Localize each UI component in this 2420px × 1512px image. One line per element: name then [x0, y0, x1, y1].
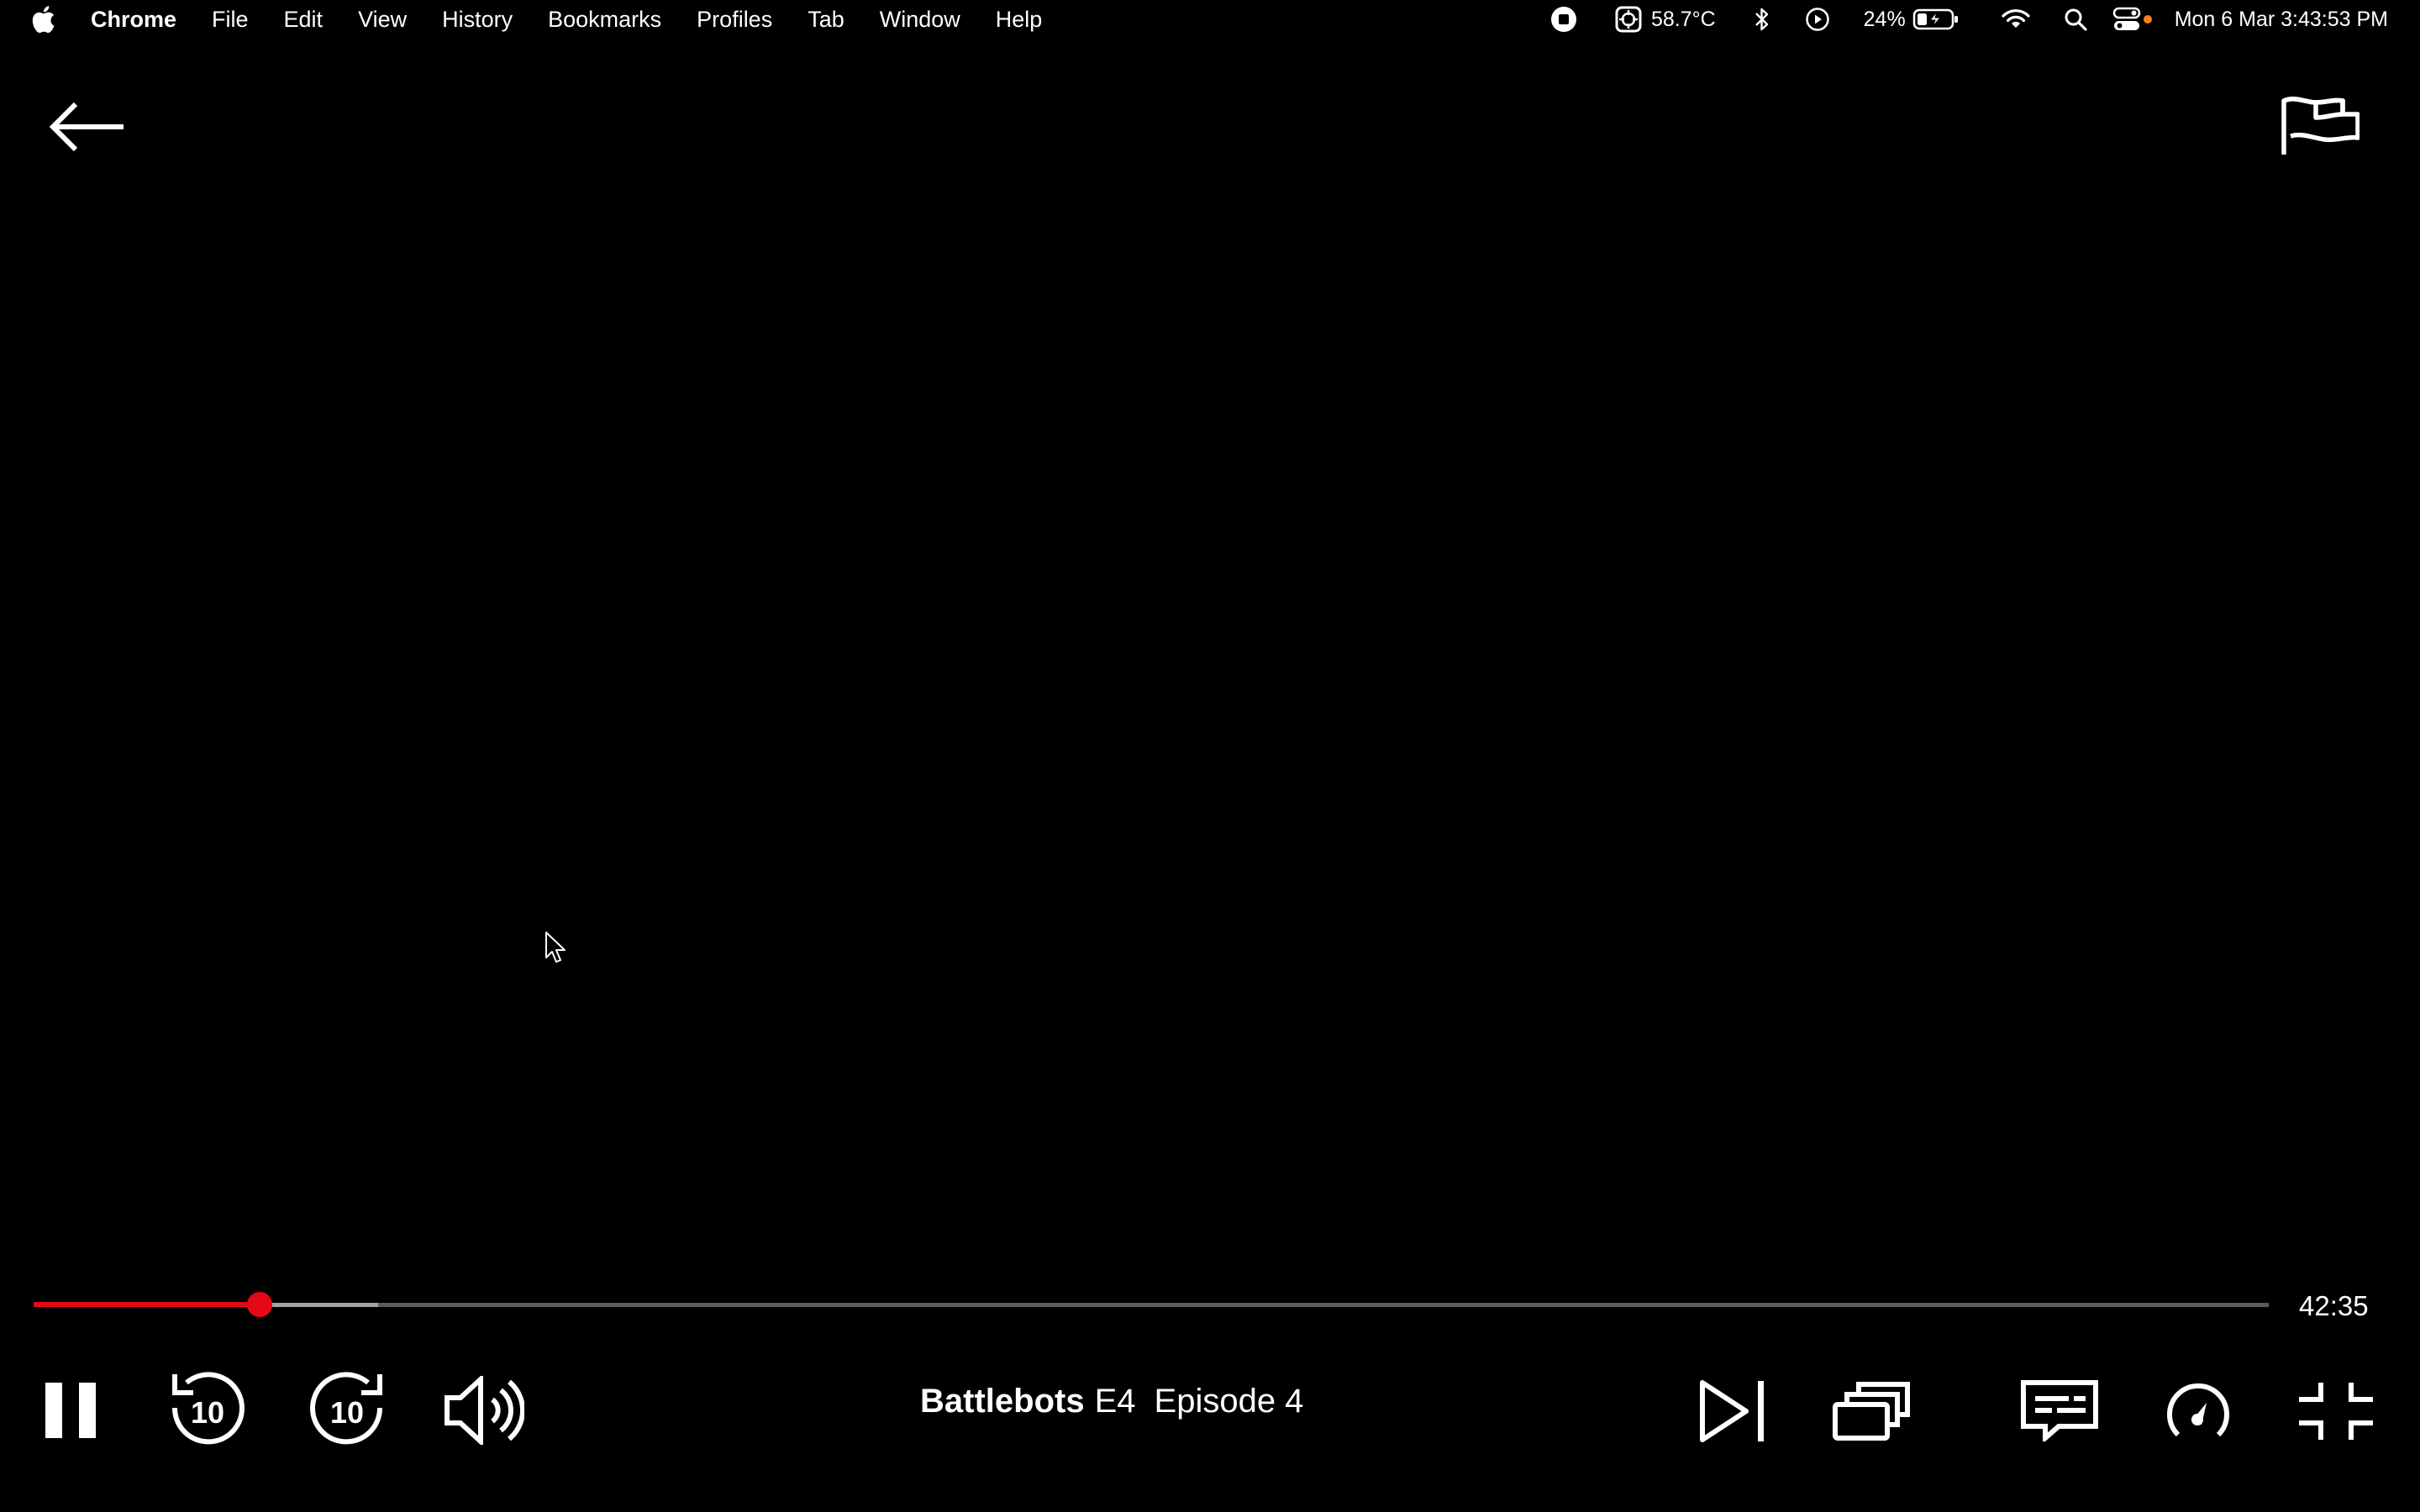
apple-logo-icon[interactable]: [30, 5, 57, 34]
next-episode-icon: [1700, 1380, 1764, 1442]
menu-tab[interactable]: Tab: [808, 7, 844, 33]
episode-title: Battlebots E4 Episode 4: [920, 1383, 1303, 1420]
playback-speed-icon: [2167, 1383, 2229, 1437]
menu-window[interactable]: Window: [880, 7, 960, 33]
menu-file[interactable]: File: [212, 7, 249, 33]
progress-played: [34, 1302, 260, 1307]
scrubber-knob[interactable]: [246, 1292, 272, 1317]
exit-fullscreen-icon: [2299, 1383, 2373, 1440]
episode-code: E4: [1094, 1383, 1136, 1420]
menu-bar-status-area: 58.7°C 24% Mon 6 Mar 3:43:53 PM: [1550, 0, 2388, 39]
battery-percent: 24%: [1863, 7, 1906, 31]
volume-icon: [445, 1376, 524, 1445]
menu-bar: Chrome File Edit View History Bookmarks …: [0, 0, 2420, 39]
menu-edit[interactable]: Edit: [284, 7, 324, 33]
episodes-icon: [1833, 1382, 1910, 1441]
menu-view[interactable]: View: [358, 7, 407, 33]
wifi-icon[interactable]: [2002, 8, 2030, 30]
spotlight-search-icon[interactable]: [2064, 8, 2087, 31]
mouse-pointer: [544, 931, 568, 964]
arrow-left-icon: [49, 102, 124, 152]
pause-button[interactable]: [44, 1381, 97, 1440]
episode-name: Episode 4: [1154, 1383, 1304, 1420]
menu-history[interactable]: History: [442, 7, 513, 33]
forward-seconds-label: 10: [330, 1395, 364, 1430]
forward-10-button[interactable]: 10: [308, 1371, 387, 1450]
cpu-temp-value: 58.7°C: [1650, 7, 1716, 31]
menu-help[interactable]: Help: [996, 7, 1043, 33]
menu-profiles[interactable]: Profiles: [697, 7, 772, 33]
menu-bar-clock[interactable]: Mon 6 Mar 3:43:53 PM: [2175, 8, 2388, 32]
report-problem-button[interactable]: [2279, 94, 2360, 158]
control-center-icon[interactable]: [2112, 7, 2153, 32]
menu-bookmarks[interactable]: Bookmarks: [548, 7, 661, 33]
cpu-temp-icon[interactable]: [1614, 5, 1643, 34]
show-title: Battlebots: [920, 1383, 1085, 1420]
subtitles-audio-button[interactable]: [2020, 1379, 2099, 1441]
forward-10-icon: 10: [310, 1372, 383, 1445]
rewind-10-button[interactable]: 10: [168, 1371, 247, 1450]
exit-fullscreen-button[interactable]: [2297, 1381, 2375, 1441]
screen-record-icon[interactable]: [1550, 6, 1577, 33]
progress-scrubber[interactable]: [34, 1292, 2269, 1317]
next-episode-button[interactable]: [1699, 1379, 1768, 1443]
pause-icon: [45, 1383, 96, 1438]
menu-bar-left: Chrome File Edit View History Bookmarks …: [0, 0, 1077, 39]
play-circle-icon[interactable]: [1805, 7, 1830, 32]
rewind-10-icon: 10: [171, 1372, 245, 1445]
playback-speed-button[interactable]: [2166, 1379, 2230, 1443]
bluetooth-icon[interactable]: [1754, 7, 1770, 32]
battery-charging-icon[interactable]: [1912, 8, 1960, 31]
volume-button[interactable]: [444, 1376, 524, 1445]
back-button[interactable]: [47, 99, 128, 155]
flag-icon: [2281, 97, 2360, 155]
episodes-button[interactable]: [1832, 1379, 1911, 1441]
subtitles-icon: [2021, 1380, 2098, 1441]
time-remaining: 42:35: [2299, 1290, 2369, 1321]
menu-app-name[interactable]: Chrome: [91, 7, 176, 33]
rewind-seconds-label: 10: [191, 1395, 224, 1430]
